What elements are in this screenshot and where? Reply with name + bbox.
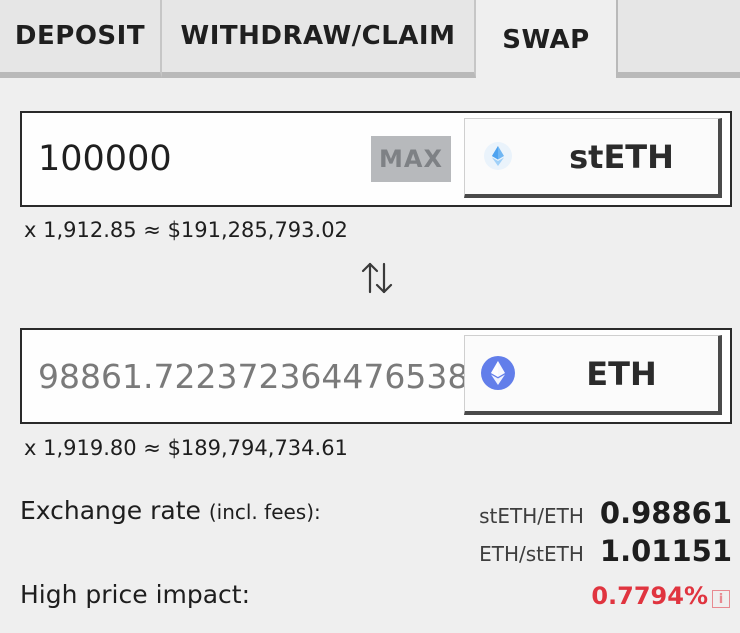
tab-bar: DEPOSIT WITHDRAW/CLAIM SWAP <box>0 0 740 80</box>
rate-pair: stETH/ETH <box>479 504 584 528</box>
exchange-rate-label: Exchange rate (incl. fees): <box>20 496 321 525</box>
exchange-rate-fee-note: (incl. fees): <box>208 500 321 524</box>
from-token-selector[interactable]: stETH <box>464 118 722 198</box>
steth-drop-icon <box>481 139 515 173</box>
tab-deposit[interactable]: DEPOSIT <box>0 0 162 78</box>
from-amount-box: 100000 MAX stETH <box>20 111 732 207</box>
eth-diamond-icon <box>481 356 515 390</box>
info-icon[interactable]: i <box>712 590 730 608</box>
rate-pair: ETH/stETH <box>479 542 584 566</box>
to-amount-box: 98861.7223723644765386 ETH <box>20 328 732 424</box>
from-price-line: x 1,912.85 ≈ $191,285,793.02 <box>24 218 348 242</box>
rate-value: 1.01151 <box>599 534 732 568</box>
swap-arrows-icon[interactable] <box>354 256 400 300</box>
exchange-rate-title: Exchange rate <box>20 496 201 525</box>
max-button[interactable]: MAX <box>371 136 451 182</box>
tab-withdraw-claim[interactable]: WITHDRAW/CLAIM <box>162 0 476 78</box>
swap-panel: DEPOSIT WITHDRAW/CLAIM SWAP 100000 MAX s… <box>0 0 740 633</box>
to-token-label: ETH <box>586 354 657 393</box>
rate-row: stETH/ETH 0.98861 <box>479 496 732 532</box>
price-impact-label: High price impact: <box>20 580 251 609</box>
price-impact: 0.7794% i <box>591 578 730 614</box>
from-token-label: stETH <box>569 137 674 176</box>
to-token-selector[interactable]: ETH <box>464 335 722 415</box>
price-impact-value: 0.7794% <box>591 582 708 610</box>
to-amount-output: 98861.7223723644765386 <box>38 356 490 396</box>
rate-value: 0.98861 <box>599 496 732 530</box>
tab-swap[interactable]: SWAP <box>478 0 614 80</box>
rate-row: ETH/stETH 1.01151 <box>479 534 732 570</box>
to-price-line: x 1,919.80 ≈ $189,794,734.61 <box>24 436 348 460</box>
from-amount-input[interactable]: 100000 <box>38 113 172 205</box>
tab-bar-filler <box>616 0 740 78</box>
